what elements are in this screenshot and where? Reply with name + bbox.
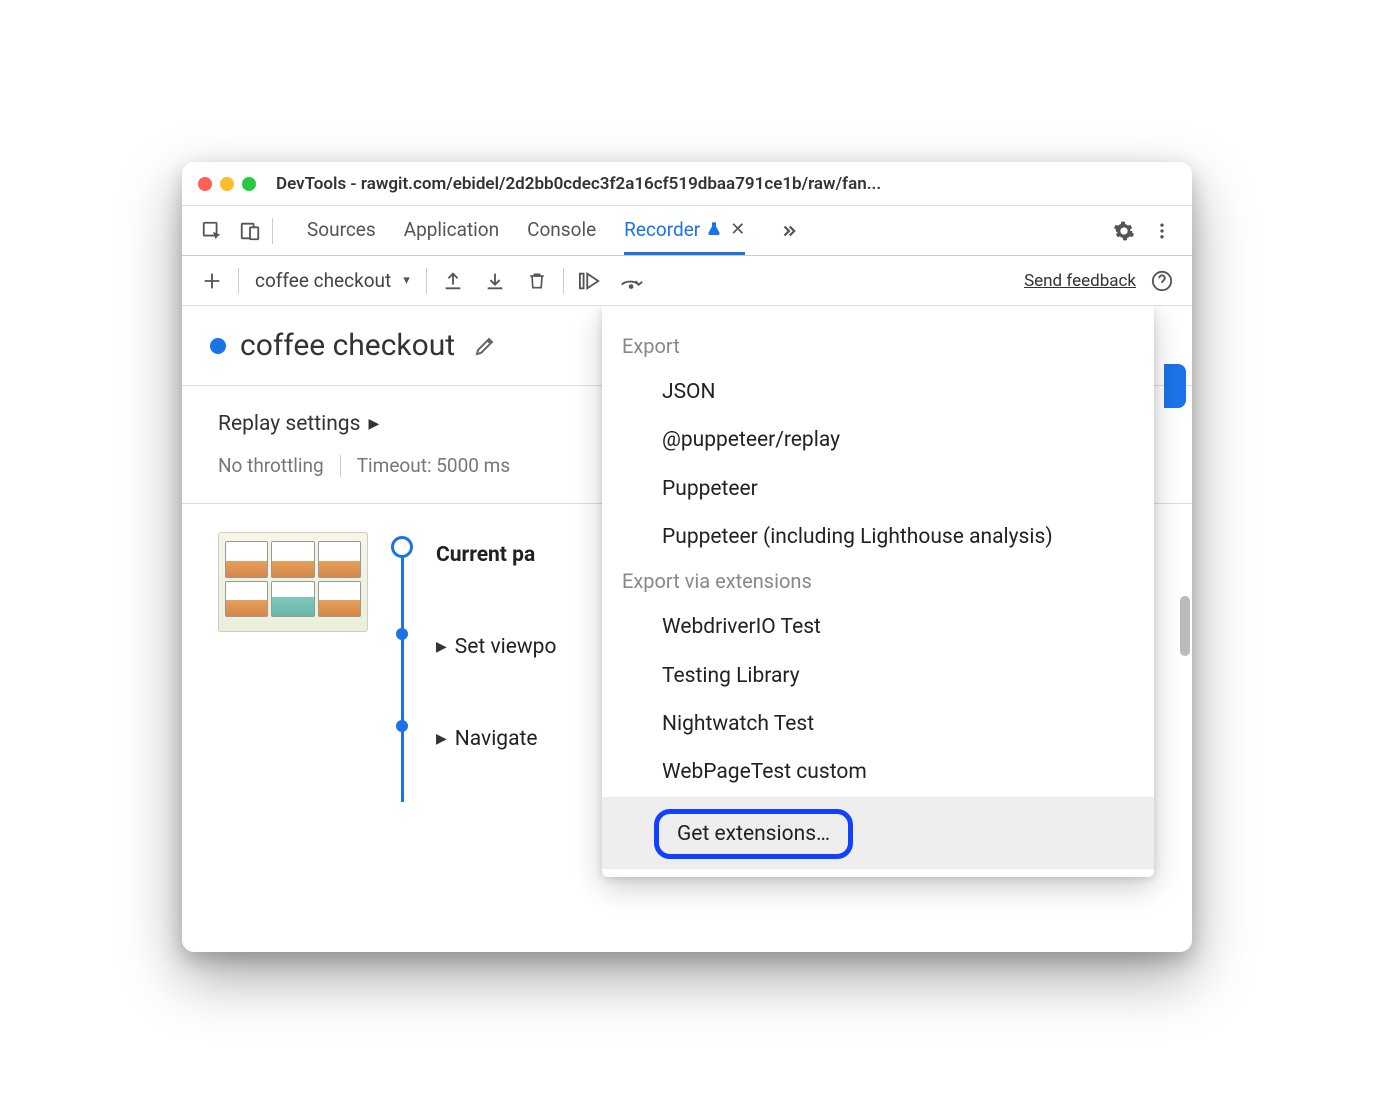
export-testing-library-item[interactable]: Testing Library — [602, 652, 1154, 700]
chevron-right-icon: ▶ — [436, 731, 447, 747]
export-dropdown: Export JSON @puppeteer/replay Puppeteer … — [602, 306, 1154, 877]
tab-label: Console — [527, 218, 596, 241]
step-label: Navigate — [455, 727, 538, 751]
export-extensions-section-label: Export via extensions — [602, 561, 1154, 603]
inspect-element-icon[interactable] — [196, 215, 228, 247]
replay-settings-label: Replay settings — [218, 412, 360, 436]
export-section-label: Export — [602, 326, 1154, 368]
page-thumbnail — [218, 532, 368, 632]
chevron-right-icon: ▶ — [368, 416, 379, 432]
export-button[interactable] — [437, 265, 469, 297]
tab-label: Recorder — [624, 218, 700, 241]
close-window-button[interactable] — [198, 177, 212, 191]
tab-label: Application — [404, 218, 499, 241]
send-feedback-link[interactable]: Send feedback — [1024, 271, 1136, 291]
import-button[interactable] — [479, 265, 511, 297]
settings-gear-icon[interactable] — [1108, 215, 1140, 247]
help-icon[interactable] — [1146, 265, 1178, 297]
kebab-menu-icon[interactable] — [1146, 215, 1178, 247]
get-extensions-item[interactable]: Get extensions… — [602, 797, 1154, 869]
timeout-value: Timeout: 5000 ms — [357, 454, 510, 477]
minimize-window-button[interactable] — [220, 177, 234, 191]
tab-application[interactable]: Application — [404, 206, 499, 255]
chevron-right-icon: ▶ — [436, 639, 447, 655]
tab-recorder[interactable]: Recorder ✕ — [624, 206, 745, 255]
export-puppeteer-replay-item[interactable]: @puppeteer/replay — [602, 416, 1154, 464]
device-toggle-icon[interactable] — [234, 215, 266, 247]
maximize-window-button[interactable] — [242, 177, 256, 191]
replay-button[interactable] — [1164, 364, 1186, 408]
recording-title: coffee checkout — [240, 328, 455, 363]
step-label: Current pa — [436, 543, 535, 567]
flask-icon — [706, 221, 722, 237]
export-webdriverio-item[interactable]: WebdriverIO Test — [602, 603, 1154, 651]
chevron-down-icon: ▾ — [403, 273, 410, 288]
step-label: Set viewpo — [455, 635, 557, 659]
new-recording-button[interactable] — [196, 265, 228, 297]
tabs: Sources Application Console Recorder ✕ — [307, 206, 805, 255]
traffic-lights — [198, 177, 256, 191]
get-extensions-highlight: Get extensions… — [654, 809, 853, 859]
recording-selector-label: coffee checkout — [255, 269, 391, 292]
step-replay-button[interactable] — [574, 265, 606, 297]
delete-button[interactable] — [521, 265, 553, 297]
edit-title-icon[interactable] — [469, 330, 501, 362]
get-extensions-label: Get extensions… — [677, 822, 830, 846]
panel-tabs-bar: Sources Application Console Recorder ✕ — [182, 206, 1192, 256]
tab-console[interactable]: Console — [527, 206, 596, 255]
recorder-content: coffee checkout Replay settings ▶ No thr… — [182, 306, 1192, 952]
export-json-item[interactable]: JSON — [602, 368, 1154, 416]
tab-label: Sources — [307, 218, 376, 241]
title-bar: DevTools - rawgit.com/ebidel/2d2bb0cdec3… — [182, 162, 1192, 206]
divider — [426, 268, 427, 294]
recording-status-dot — [210, 338, 226, 354]
devtools-window: DevTools - rawgit.com/ebidel/2d2bb0cdec3… — [182, 162, 1192, 952]
recording-selector[interactable]: coffee checkout ▾ — [249, 269, 416, 292]
recorder-toolbar: coffee checkout ▾ Send feedback — [182, 256, 1192, 306]
export-webpagetest-item[interactable]: WebPageTest custom — [602, 748, 1154, 796]
divider — [340, 455, 341, 477]
step-over-button[interactable] — [616, 265, 648, 297]
export-puppeteer-lighthouse-item[interactable]: Puppeteer (including Lighthouse analysis… — [602, 513, 1154, 561]
close-tab-icon[interactable]: ✕ — [730, 219, 745, 240]
window-title: DevTools - rawgit.com/ebidel/2d2bb0cdec3… — [276, 174, 1176, 194]
tab-sources[interactable]: Sources — [307, 206, 376, 255]
divider — [272, 218, 273, 244]
export-nightwatch-item[interactable]: Nightwatch Test — [602, 700, 1154, 748]
throttling-value: No throttling — [218, 454, 324, 477]
export-puppeteer-item[interactable]: Puppeteer — [602, 465, 1154, 513]
more-tabs-icon[interactable] — [773, 215, 805, 247]
divider — [563, 268, 564, 294]
timeline — [388, 532, 416, 762]
divider — [238, 268, 239, 294]
